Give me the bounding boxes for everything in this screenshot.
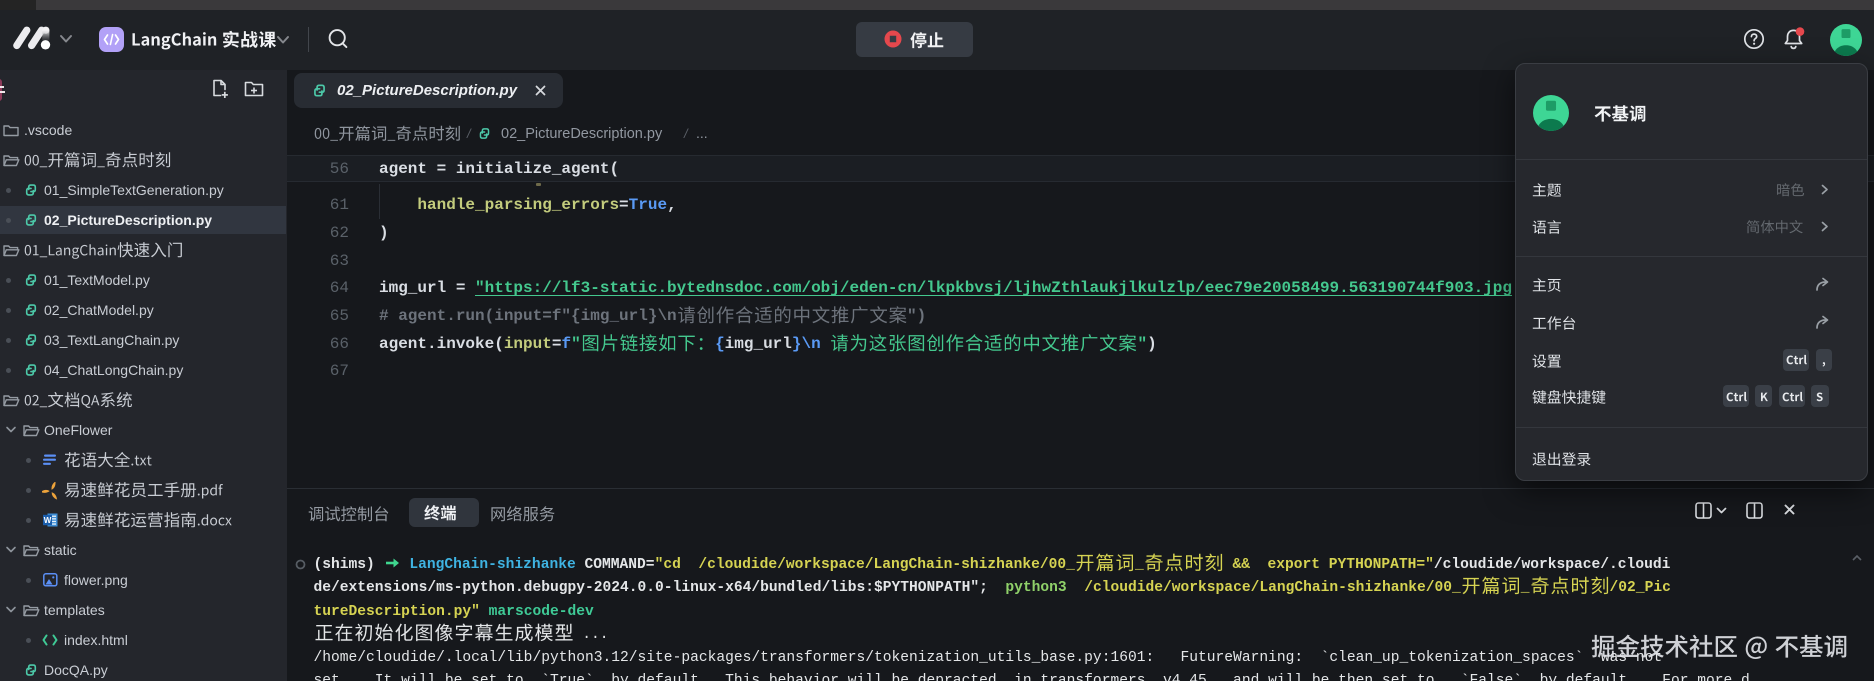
svg-text:W: W: [44, 516, 52, 525]
